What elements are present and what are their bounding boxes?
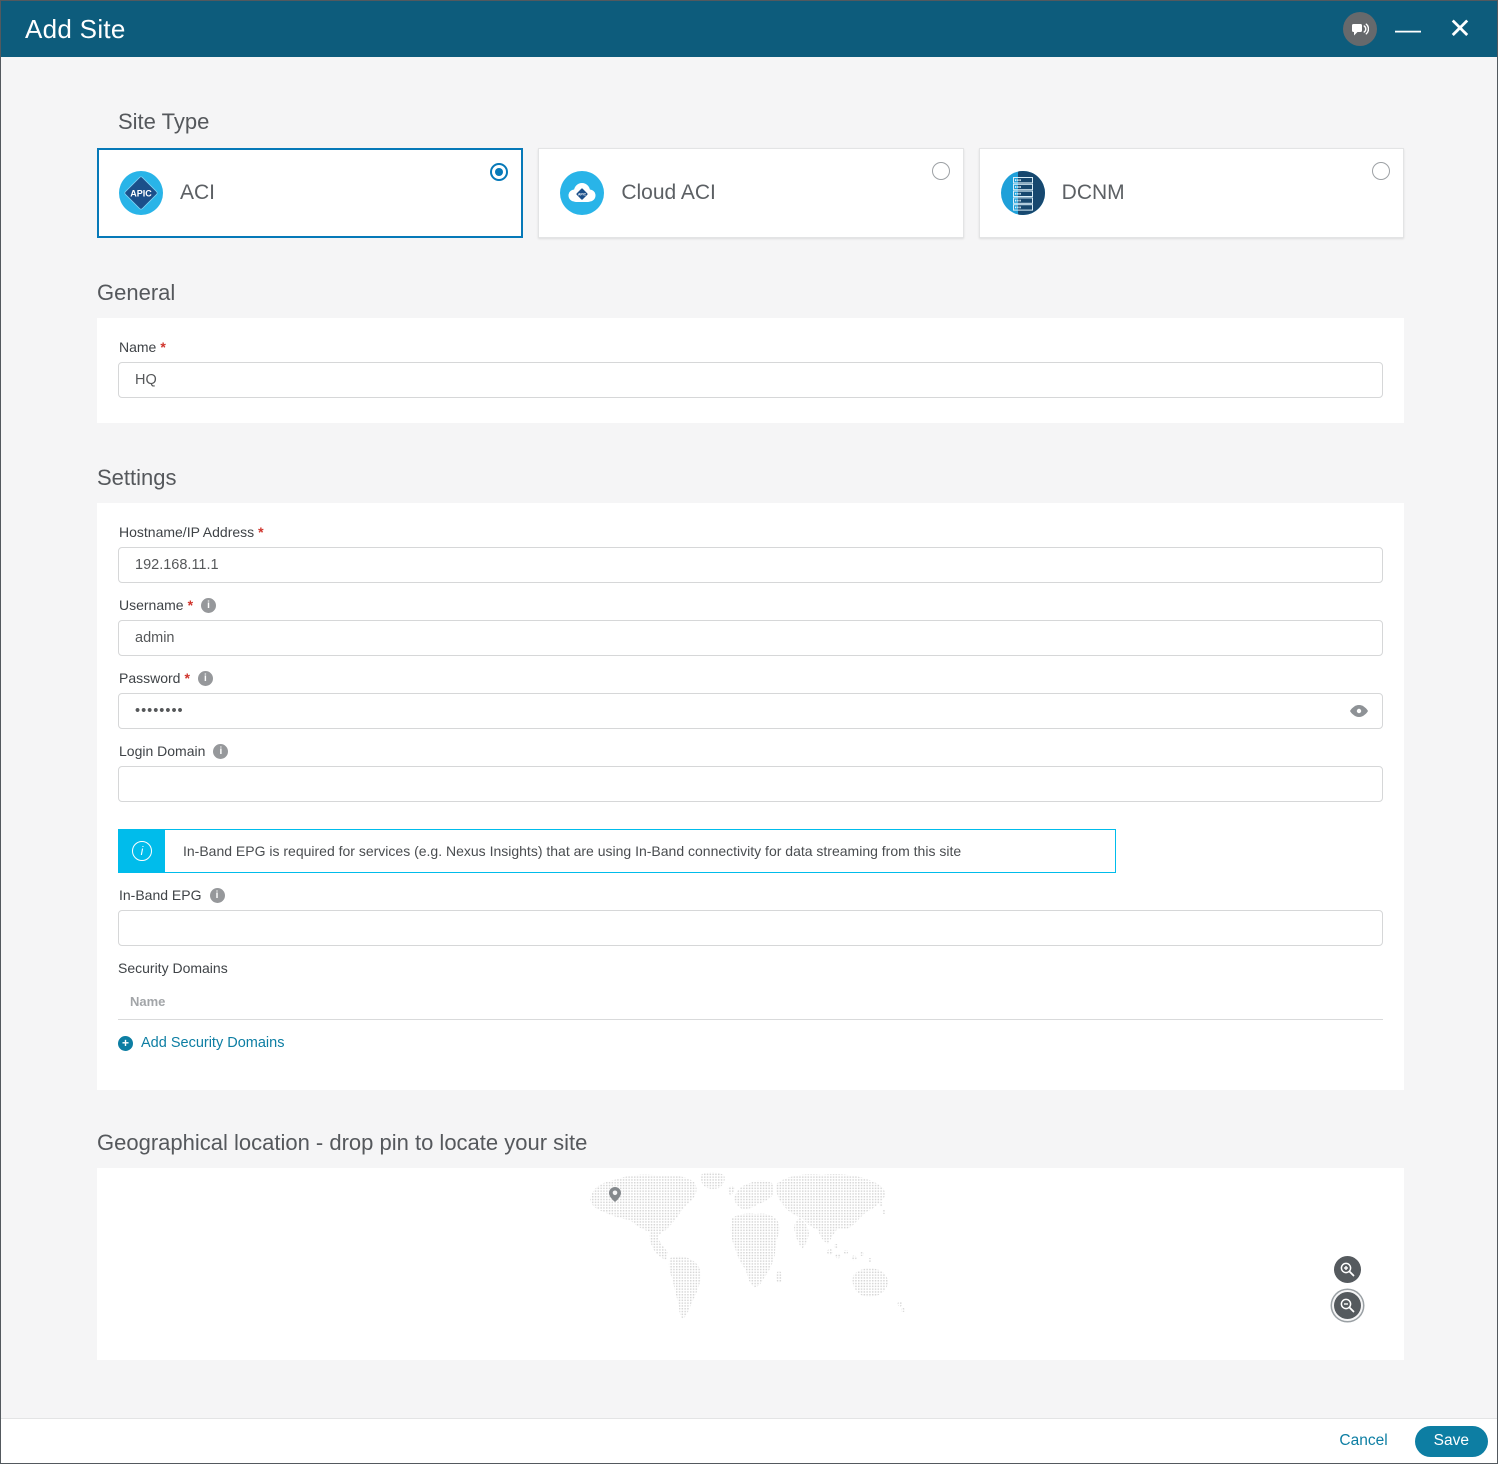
login-domain-field: Login Domain i xyxy=(118,743,1383,802)
add-site-dialog: Add Site — ✕ Site Type APIC xyxy=(0,0,1498,1464)
inband-epg-field: In-Band EPG i xyxy=(118,887,1383,946)
settings-heading: Settings xyxy=(97,465,1404,491)
general-heading: General xyxy=(97,280,1404,306)
geo-heading: Geographical location - drop pin to loca… xyxy=(97,1130,1404,1156)
titlebar: Add Site — ✕ xyxy=(1,1,1497,57)
map-zoom-out-button[interactable] xyxy=(1334,1292,1361,1319)
world-map[interactable] xyxy=(578,1168,923,1328)
aci-apic-icon: APIC xyxy=(119,171,163,215)
plus-circle-icon: + xyxy=(118,1036,133,1051)
hostname-field: Hostname/IP Address * xyxy=(118,524,1383,583)
password-field: Password * i xyxy=(118,670,1383,729)
required-asterisk: * xyxy=(188,597,193,613)
close-icon[interactable]: ✕ xyxy=(1439,15,1481,43)
show-password-eye-icon[interactable] xyxy=(1350,705,1368,717)
name-input[interactable] xyxy=(118,362,1383,398)
security-domains-column-header: Name xyxy=(130,994,1383,1009)
announcement-bubble-icon xyxy=(1351,20,1369,38)
security-domains-divider xyxy=(118,1019,1383,1020)
password-input[interactable] xyxy=(118,693,1383,729)
site-type-card-label: ACI xyxy=(180,181,215,205)
add-security-domains-button[interactable]: + Add Security Domains xyxy=(118,1035,284,1051)
add-security-domains-label: Add Security Domains xyxy=(141,1035,284,1051)
feedback-icon[interactable] xyxy=(1343,12,1377,46)
site-type-card-aci[interactable]: APIC ACI xyxy=(97,148,523,238)
save-button[interactable]: Save xyxy=(1415,1426,1488,1457)
dialog-content: Site Type APIC ACI xyxy=(1,57,1497,1418)
password-info-icon[interactable]: i xyxy=(198,671,213,686)
site-type-card-label: DCNM xyxy=(1062,181,1125,205)
security-domains-label: Security Domains xyxy=(118,960,1383,976)
geo-map-panel[interactable] xyxy=(97,1168,1404,1360)
banner-icon-block: i xyxy=(119,830,165,872)
username-info-icon[interactable]: i xyxy=(201,598,216,613)
dialog-title: Add Site xyxy=(25,14,1343,45)
login-domain-input[interactable] xyxy=(118,766,1383,802)
password-input-wrap xyxy=(118,693,1383,729)
username-label: Username * i xyxy=(119,597,1383,613)
inband-epg-info-banner: i In-Band EPG is required for services (… xyxy=(118,829,1116,873)
site-type-cards: APIC ACI APIC Cloud ACI xyxy=(97,148,1404,238)
required-asterisk: * xyxy=(160,339,165,355)
dialog-footer: Cancel Save xyxy=(1,1418,1497,1463)
radio-aci[interactable] xyxy=(490,163,508,181)
info-circle-icon: i xyxy=(132,841,152,861)
required-asterisk: * xyxy=(258,524,263,540)
general-panel: Name * xyxy=(97,318,1404,423)
titlebar-actions: — ✕ xyxy=(1343,12,1481,46)
dcnm-icon xyxy=(1001,171,1045,215)
name-label: Name * xyxy=(119,339,1383,355)
site-type-card-dcnm[interactable]: DCNM xyxy=(979,148,1404,238)
password-label: Password * i xyxy=(119,670,1383,686)
site-type-heading: Site Type xyxy=(118,109,1404,135)
username-field: Username * i xyxy=(118,597,1383,656)
hostname-input[interactable] xyxy=(118,547,1383,583)
settings-panel: Hostname/IP Address * Username * i Passw… xyxy=(97,503,1404,1090)
svg-text:APIC: APIC xyxy=(130,189,152,199)
login-domain-label: Login Domain i xyxy=(119,743,1383,759)
cloud-aci-icon: APIC xyxy=(560,171,604,215)
site-type-card-label: Cloud ACI xyxy=(621,181,716,205)
required-asterisk: * xyxy=(184,670,189,686)
hostname-label: Hostname/IP Address * xyxy=(119,524,1383,540)
radio-dcnm[interactable] xyxy=(1372,162,1390,180)
banner-message: In-Band EPG is required for services (e.… xyxy=(165,830,979,872)
minimize-icon[interactable]: — xyxy=(1387,16,1429,42)
login-domain-info-icon[interactable]: i xyxy=(213,744,228,759)
inband-epg-label: In-Band EPG i xyxy=(119,887,1383,903)
map-zoom-in-button[interactable] xyxy=(1334,1256,1361,1283)
radio-cloud-aci[interactable] xyxy=(932,162,950,180)
svg-text:APIC: APIC xyxy=(578,192,587,196)
cancel-button[interactable]: Cancel xyxy=(1339,1432,1387,1450)
username-input[interactable] xyxy=(118,620,1383,656)
inband-epg-info-icon[interactable]: i xyxy=(210,888,225,903)
inband-epg-input[interactable] xyxy=(118,910,1383,946)
site-type-card-cloud-aci[interactable]: APIC Cloud ACI xyxy=(538,148,963,238)
map-zoom-controls xyxy=(1334,1256,1361,1319)
